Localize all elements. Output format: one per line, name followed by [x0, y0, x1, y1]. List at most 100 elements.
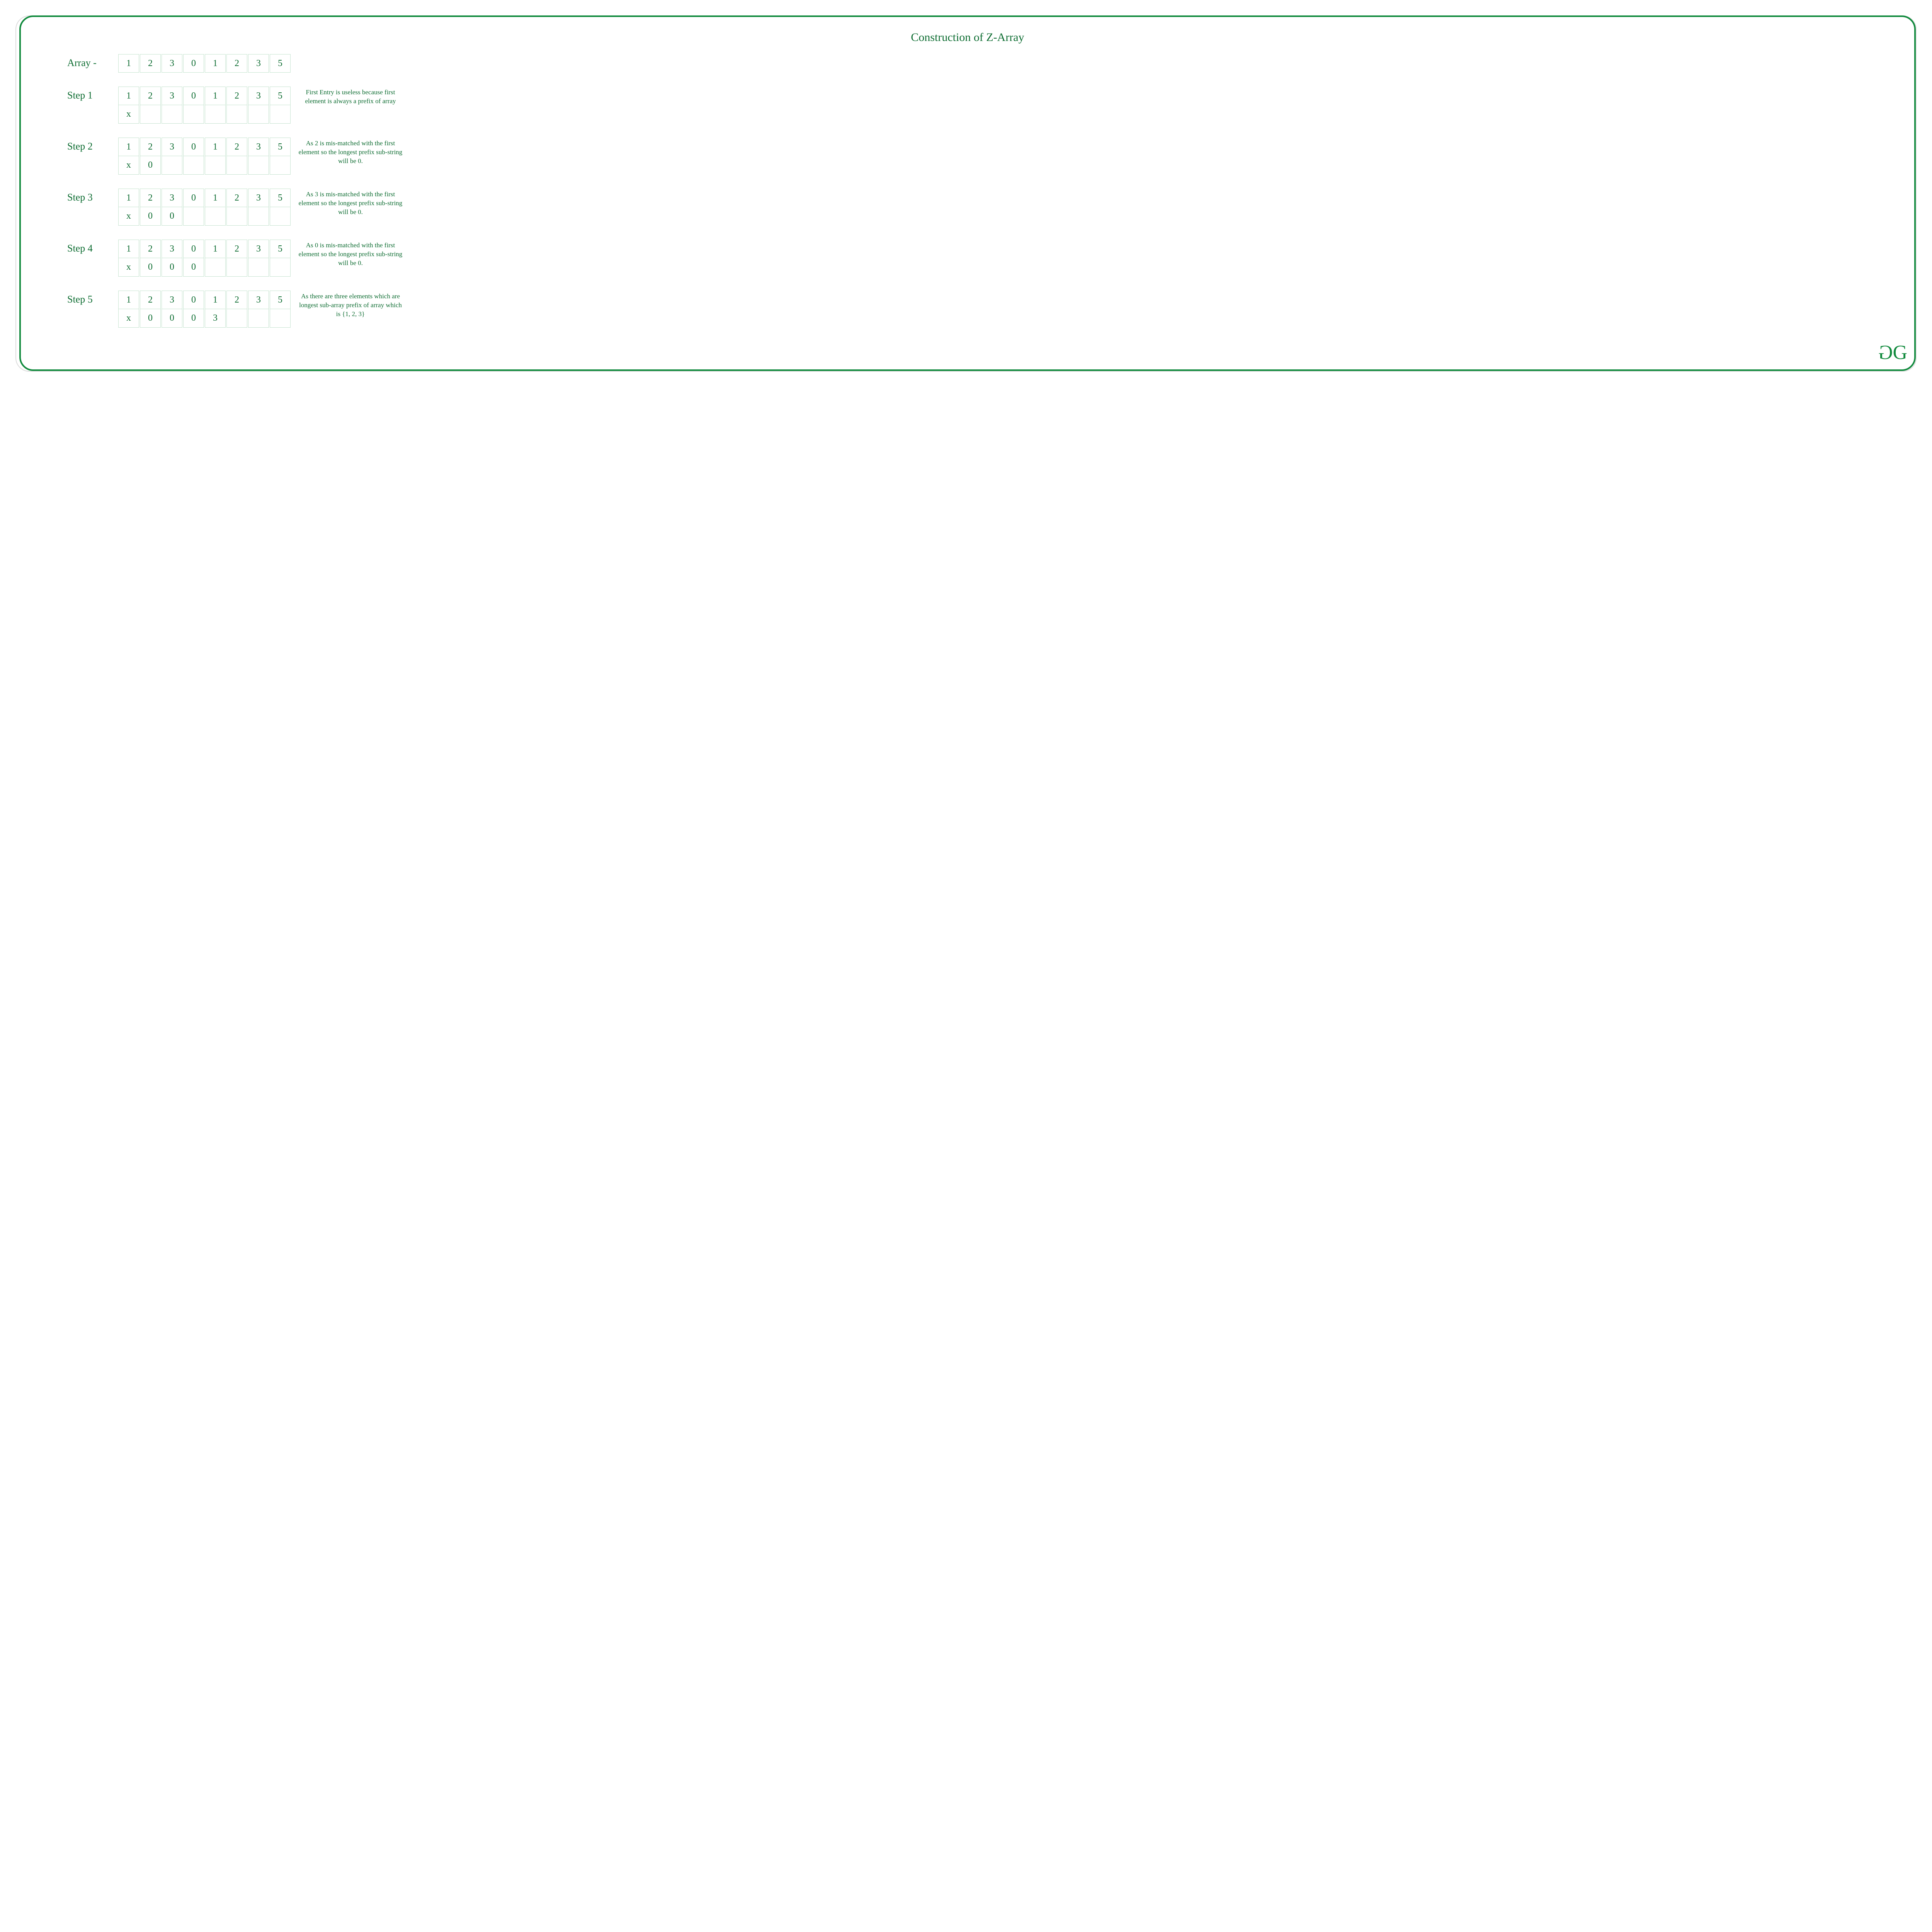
step-bottom-cell	[270, 258, 291, 277]
step-top-cell: 3	[162, 189, 182, 207]
step-bottom-cell: 0	[162, 207, 182, 226]
array-cell: 5	[270, 54, 291, 73]
step-bottom-cell	[248, 309, 269, 328]
step-top-cell: 5	[270, 291, 291, 309]
step-bottom-table: x00	[117, 207, 291, 226]
step-bottom-cell	[248, 156, 269, 175]
step-top-cell: 1	[118, 240, 139, 258]
step-bottom-cell: x	[118, 105, 139, 124]
step-top-cell: 1	[118, 138, 139, 156]
step-bottom-cell: 0	[183, 258, 204, 277]
step-top-table: 12301235	[117, 291, 291, 309]
step-bottom-cell	[205, 258, 226, 277]
array-cell: 1	[118, 54, 139, 73]
step-bottom-cell	[248, 105, 269, 124]
step-bottom-cell	[183, 207, 204, 226]
step-top-cell: 2	[226, 138, 247, 156]
step-top-cell: 2	[226, 291, 247, 309]
array-cell: 0	[183, 54, 204, 73]
step-bottom-cell: 0	[162, 258, 182, 277]
array-cell: 2	[140, 54, 161, 73]
step-bottom-cell	[226, 309, 247, 328]
step-bottom-cell: 0	[140, 258, 161, 277]
step-row: Step 312301235x00As 3 is mis-matched wit…	[44, 189, 1891, 226]
step-top-cell: 3	[248, 240, 269, 258]
gfg-logo-g1: G	[1881, 341, 1893, 364]
step-row: Step 512301235x0003As there are three el…	[44, 291, 1891, 328]
step-label: Step 4	[44, 240, 117, 254]
step-bottom-cell	[183, 156, 204, 175]
array-table-wrap: 12301235	[117, 54, 291, 73]
array-table: 12301235	[117, 54, 291, 73]
step-top-cell: 1	[205, 87, 226, 105]
step-top-cell: 5	[270, 189, 291, 207]
step-top-cell: 3	[162, 240, 182, 258]
step-top-cell: 1	[205, 291, 226, 309]
step-label: Step 1	[44, 87, 117, 101]
step-bottom-cell: 0	[140, 309, 161, 328]
step-row: Step 212301235x0 As 2 is mis-matched with…	[44, 138, 1891, 175]
step-bottom-cell	[248, 258, 269, 277]
step-top-cell: 3	[248, 189, 269, 207]
step-bottom-cell: x	[118, 309, 139, 328]
step-bottom-cell: x	[118, 156, 139, 175]
step-bottom-cell	[270, 309, 291, 328]
step-description: As 2 is mis-matched with the first eleme…	[298, 138, 403, 166]
step-bottom-cell	[270, 207, 291, 226]
step-top-table: 12301235	[117, 87, 291, 105]
step-top-table: 12301235	[117, 189, 291, 207]
step-top-table: 12301235	[117, 138, 291, 156]
gfg-logo: GG	[1881, 341, 1904, 364]
outer-shadow-frame: Construction of Z-Array Array - 12301235…	[15, 15, 1917, 372]
step-bottom-cell	[248, 207, 269, 226]
step-top-cell: 0	[183, 291, 204, 309]
step-label: Step 2	[44, 138, 117, 152]
array-cell: 3	[248, 54, 269, 73]
step-top-cell: 2	[140, 87, 161, 105]
step-top-cell: 1	[118, 87, 139, 105]
step-bottom-cell	[226, 156, 247, 175]
step-row: Step 412301235x000As 0 is mis-matched wi…	[44, 240, 1891, 277]
step-bottom-cell	[270, 105, 291, 124]
step-bottom-cell	[183, 105, 204, 124]
step-bottom-cell: 0	[183, 309, 204, 328]
step-top-cell: 1	[118, 291, 139, 309]
step-bottom-table: x0003	[117, 309, 291, 328]
step-bottom-cell	[162, 156, 182, 175]
step-bottom-table: x0	[117, 156, 291, 175]
array-label: Array -	[44, 54, 117, 69]
array-cell: 3	[162, 54, 182, 73]
step-description: First Entry is useless because first ele…	[298, 87, 403, 106]
step-bottom-cell	[226, 207, 247, 226]
step-bottom-cell: 0	[140, 156, 161, 175]
step-top-cell: 1	[205, 138, 226, 156]
diagram-title: Construction of Z-Array	[44, 31, 1891, 44]
step-bottom-cell	[205, 105, 226, 124]
step-top-cell: 1	[205, 240, 226, 258]
step-bottom-cell: 3	[205, 309, 226, 328]
step-bottom-cell: 0	[140, 207, 161, 226]
array-cell: 2	[226, 54, 247, 73]
step-bottom-table: x	[117, 105, 291, 124]
step-bottom-cell: x	[118, 258, 139, 277]
array-desc-empty	[298, 54, 403, 56]
step-top-cell: 0	[183, 240, 204, 258]
step-bottom-cell	[205, 207, 226, 226]
step-bottom-cell: 0	[162, 309, 182, 328]
step-top-cell: 2	[226, 87, 247, 105]
step-bottom-cell	[270, 156, 291, 175]
step-description: As there are three elements which are lo…	[298, 291, 403, 319]
step-bottom-cell	[162, 105, 182, 124]
step-label: Step 3	[44, 189, 117, 203]
step-description: As 0 is mis-matched with the first eleme…	[298, 240, 403, 268]
step-bottom-cell	[205, 156, 226, 175]
step-top-cell: 3	[162, 87, 182, 105]
step-bottom-cell	[226, 105, 247, 124]
step-row: Step 112301235xFirst Entry is useless be…	[44, 87, 1891, 124]
step-top-cell: 3	[162, 291, 182, 309]
gfg-logo-g2: G	[1893, 341, 1904, 364]
step-top-table: 12301235	[117, 240, 291, 258]
step-top-cell: 2	[140, 189, 161, 207]
step-top-cell: 5	[270, 87, 291, 105]
step-top-cell: 0	[183, 87, 204, 105]
